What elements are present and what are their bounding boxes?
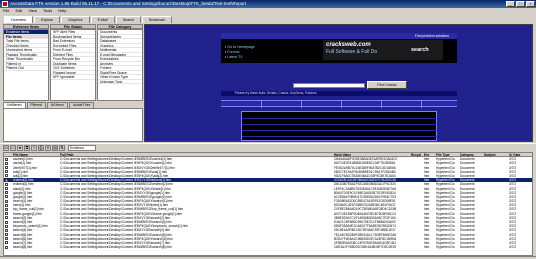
column-settings-select[interactable]: Evidence <box>68 144 96 151</box>
print-icon[interactable]: ⎙ <box>38 144 44 151</box>
html-viewer[interactable]: Find problem solutions Go to HomepageFor… <box>144 24 533 142</box>
site-info-strip: Please try these links: Serials, Cracks,… <box>221 91 457 96</box>
sort-icon[interactable]: ⇅ <box>59 144 65 151</box>
filter-panel <box>3 108 143 142</box>
site-content-table <box>241 111 438 141</box>
copy-icon[interactable]: ⧉ <box>24 144 30 151</box>
row-checkbox[interactable] <box>5 195 8 199</box>
tab-email[interactable]: E-Mail <box>90 16 115 23</box>
cell-type: Hypertext Do <box>436 245 455 250</box>
row-checkbox[interactable] <box>5 237 8 241</box>
row-checkbox[interactable] <box>5 203 8 207</box>
tab-explore[interactable]: Explore <box>33 16 61 23</box>
export-icon[interactable]: ⇪ <box>31 144 37 151</box>
row-checkbox[interactable] <box>5 207 8 211</box>
filter-icon[interactable]: ⚲ <box>45 144 51 151</box>
cell-cat: Document <box>460 245 475 250</box>
tab-bookmark[interactable]: Bookmark <box>142 16 173 23</box>
file-status-list: KFF Alert Files Bookmarked Items Bad Exten… <box>50 29 96 101</box>
app-icon <box>2 1 8 7</box>
window-controls: _ □ × <box>506 1 535 7</box>
window-title: AccessData FTK version 1.86 Build 06.11.… <box>10 1 247 6</box>
columns-icon[interactable]: ▤ <box>52 144 58 151</box>
row-checkbox[interactable] <box>5 241 8 245</box>
row-checkbox[interactable] <box>5 187 8 190</box>
logo-search-label: search <box>411 47 429 53</box>
file-category-list: Documents Spreadsheets Databases Graphics Mu… <box>97 29 143 101</box>
logo-text: cracksweb.com <box>326 42 371 48</box>
bookmark-icon[interactable]: ★ <box>17 144 23 151</box>
row-checkbox[interactable] <box>5 245 8 249</box>
row-checkbox[interactable] <box>5 212 8 216</box>
site-nav: Go to HomepageForumsLatest TV <box>225 45 255 60</box>
evidence-items-list: Evidence Items File Items Total File Items… <box>3 29 49 101</box>
check-all-icon[interactable]: ☑ <box>3 144 9 151</box>
cell-name: search[8].htm <box>13 245 33 250</box>
cell-hash: C8E3A1F7B5D02C96E4A3B18F7D5C0E29 <box>334 245 397 250</box>
overview-item[interactable]: Unknown Type <box>98 80 142 84</box>
close-button[interactable]: × <box>526 1 535 7</box>
row-checkbox[interactable] <box>5 233 8 237</box>
logo-subtitle: Full Software & Full Do <box>326 49 378 55</box>
main-tabs: Overview Explore Graphics E-Mail Search Bookm… <box>0 14 536 23</box>
file-list-toolbar: ☑ ☐ ★ ⧉ ⇪ ⎙ ⚲ ▤ ⇅ Evidence <box>0 143 536 151</box>
row-checkbox[interactable] <box>5 182 8 186</box>
row-checkbox[interactable] <box>5 216 8 220</box>
overview-item[interactable]: Filtered Out <box>4 66 48 71</box>
row-checkbox[interactable] <box>5 228 8 232</box>
tab-overview[interactable]: Overview <box>4 16 33 23</box>
row-checkbox[interactable] <box>5 191 8 195</box>
maximize-button[interactable]: □ <box>516 1 525 7</box>
cell-path: C:\Documents and Settings\bunez\Desktop\… <box>60 245 172 250</box>
table-row[interactable]: search[8].htm C:\Documents and Settings\b… <box>4 245 532 249</box>
site-nav-link[interactable]: Latest TV <box>225 55 255 60</box>
overview-panel: Evidence Items File Status File Category… <box>3 24 143 142</box>
row-checkbox[interactable] <box>5 224 8 228</box>
ftk-window: AccessData FTK version 1.86 Build 06.11.… <box>0 0 536 259</box>
uncheck-all-icon[interactable]: ☐ <box>10 144 16 151</box>
row-checkbox[interactable] <box>5 161 8 165</box>
cell-ext: htm <box>424 245 430 250</box>
row-checkbox[interactable] <box>5 157 8 161</box>
site-banner: Find problem solutions Go to HomepageFor… <box>221 33 457 63</box>
row-checkbox[interactable] <box>5 170 8 174</box>
banner-topline: Find problem solutions <box>221 33 457 39</box>
site-search-input[interactable] <box>293 83 365 88</box>
tab-graphics[interactable]: Graphics <box>61 16 90 23</box>
overview-item[interactable]: KFF Ignorable <box>51 75 95 80</box>
find-cracks-button[interactable]: Find Cracks <box>367 81 407 89</box>
row-checkbox[interactable] <box>5 166 8 170</box>
site-nav-bar <box>221 100 457 108</box>
row-checkbox[interactable] <box>5 220 8 224</box>
row-checkbox[interactable] <box>5 199 8 203</box>
cell-date: 3/7/2 <box>509 245 517 250</box>
row-checkbox[interactable] <box>5 174 8 178</box>
row-checkbox[interactable] <box>5 178 8 182</box>
tab-search[interactable]: Search <box>115 16 142 23</box>
file-list-table: File NameFull PathHash ValueRecycleExtFi… <box>3 152 533 256</box>
title-bar: AccessData FTK version 1.86 Build 06.11.… <box>0 0 536 8</box>
minimize-button[interactable]: _ <box>506 1 515 7</box>
